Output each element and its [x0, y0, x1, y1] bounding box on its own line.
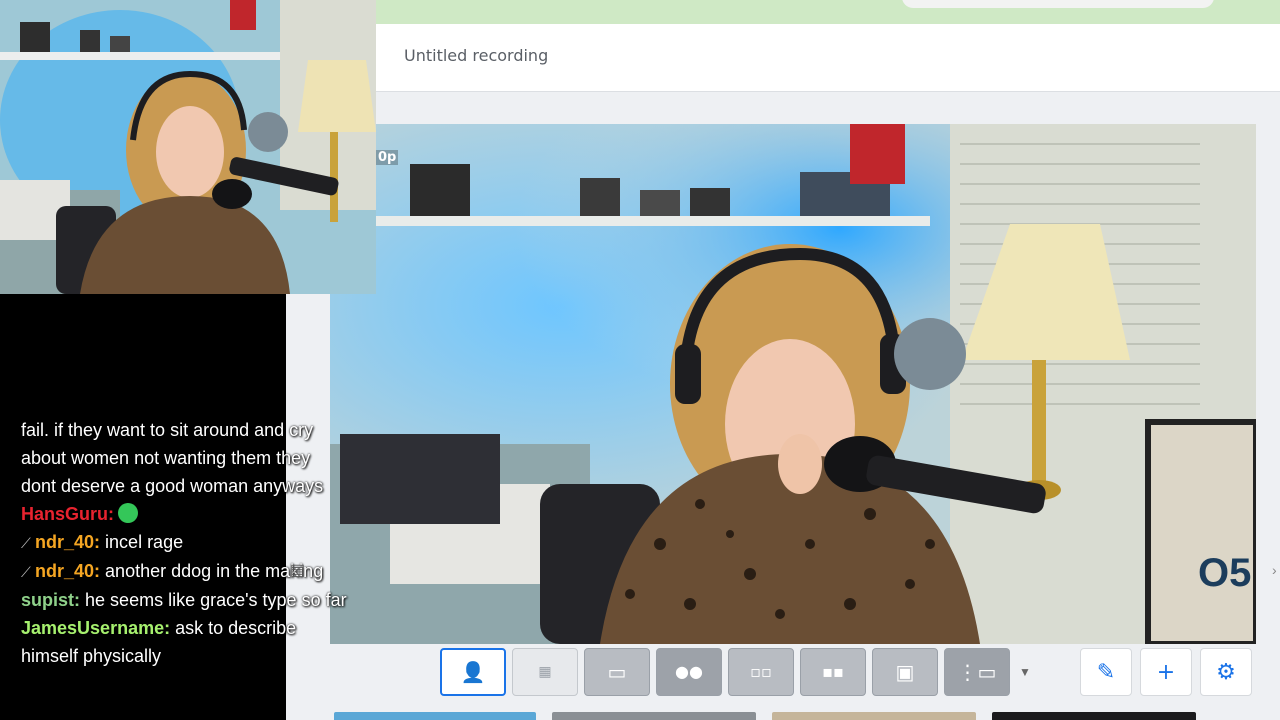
list-screen-icon: ⋮▭	[957, 660, 997, 684]
chat-username[interactable]: ndr_40:	[35, 532, 100, 552]
green-blob-emote	[118, 503, 139, 523]
two-people-panel-icon: ▪▪	[822, 662, 844, 681]
chat-line: himself physically	[21, 642, 421, 670]
two-person-split-layout[interactable]: ●●	[656, 648, 722, 696]
recording-header: Untitled recording	[376, 24, 1280, 92]
chat-text: fail. if they want to sit around and cry	[21, 420, 314, 440]
chat-username[interactable]: HansGuru:	[21, 504, 114, 524]
chat-line: supist: he seems like grace's type so fa…	[21, 586, 421, 614]
chat-line: HansGuru:	[21, 500, 421, 528]
screen-person-icon: ▭	[607, 660, 627, 684]
two-people-icon: ●●	[675, 662, 703, 681]
chat-username[interactable]: supist:	[21, 590, 80, 610]
chat-text: dont deserve a good woman anyways	[21, 476, 324, 496]
gear-icon: ⚙	[1216, 659, 1236, 685]
svg-text:O5: O5	[1198, 551, 1251, 595]
list-with-screen-layout[interactable]: ⋮▭	[944, 648, 1010, 696]
app-root: Untitled recording O5 0p fail. if they w…	[0, 0, 1280, 720]
resolution-tag: 0p	[376, 150, 399, 165]
chat-text: incel rage	[105, 532, 184, 552]
layout-more-dropdown[interactable]: ▼	[1016, 648, 1034, 696]
plus-icon: +	[1156, 659, 1176, 685]
top-bar-pill[interactable]	[902, 0, 1214, 8]
chevron-down-icon: ▼	[1019, 665, 1031, 679]
chat-line: dont deserve a good woman anyways	[21, 472, 421, 500]
single-speaker-layout[interactable]: 👤	[440, 648, 506, 696]
panel-toggle-icon[interactable]: ▤	[290, 560, 305, 580]
sword-badge-icon: ⟋	[21, 564, 31, 580]
grid-four-layout[interactable]: ▦	[512, 648, 578, 696]
grid-icon: ▦	[538, 664, 552, 680]
webcam-overlay	[0, 0, 376, 294]
source-thumbnail[interactable]	[552, 712, 756, 720]
source-thumbnail[interactable]	[992, 712, 1196, 720]
chat-text: ask to describe	[175, 618, 297, 638]
top-bar	[376, 0, 1280, 24]
chat-text: himself physically	[21, 646, 162, 666]
edit-button[interactable]: ✎	[1080, 648, 1132, 696]
webcam-scene	[0, 0, 376, 294]
chat-messages: fail. if they want to sit around and cry…	[21, 416, 421, 670]
settings-button[interactable]: ⚙	[1200, 648, 1252, 696]
monitor-person-icon: ▣	[895, 660, 915, 684]
chat-line: JamesUsername: ask to describe	[21, 614, 421, 642]
speaker-plus-screen-layout[interactable]: ▭	[584, 648, 650, 696]
chat-line: about women not wanting them they	[21, 444, 421, 472]
chat-line: ⟋ ndr_40: incel rage	[21, 528, 421, 557]
chat-line: ⟋ ndr_40: another ddog in the making	[21, 557, 421, 586]
add-button[interactable]: +	[1140, 648, 1192, 696]
chat-line: fail. if they want to sit around and cry	[21, 416, 421, 444]
person-with-monitor-layout[interactable]: ▣	[872, 648, 938, 696]
chat-username[interactable]: ndr_40:	[35, 561, 100, 581]
studio-tools: ✎ + ⚙	[1080, 648, 1252, 696]
recording-title[interactable]: Untitled recording	[404, 46, 548, 65]
pencil-icon: ✎	[1096, 659, 1116, 685]
person-icon: 👤	[460, 660, 486, 684]
chat-username[interactable]: JamesUsername:	[21, 618, 170, 638]
source-thumbnail[interactable]	[772, 712, 976, 720]
two-person-panel-layout[interactable]: ▪▪	[800, 648, 866, 696]
chat-text: about women not wanting them they	[21, 448, 311, 468]
chat-text: he seems like grace's type so far	[85, 590, 347, 610]
two-people-boxed-icon: ▫▫	[750, 662, 772, 681]
layout-selector: 👤 ▦ ▭ ●● ▫▫ ▪▪ ▣ ⋮▭ ▼	[440, 648, 1034, 696]
source-thumbnails	[334, 712, 1280, 720]
collapse-arrow-icon[interactable]: ›	[1272, 562, 1277, 578]
sword-badge-icon: ⟋	[21, 535, 31, 551]
camera-scene: O5	[330, 124, 1256, 644]
two-person-boxed-layout[interactable]: ▫▫	[728, 648, 794, 696]
source-thumbnail[interactable]	[334, 712, 536, 720]
main-camera-feed[interactable]: O5	[330, 124, 1256, 644]
